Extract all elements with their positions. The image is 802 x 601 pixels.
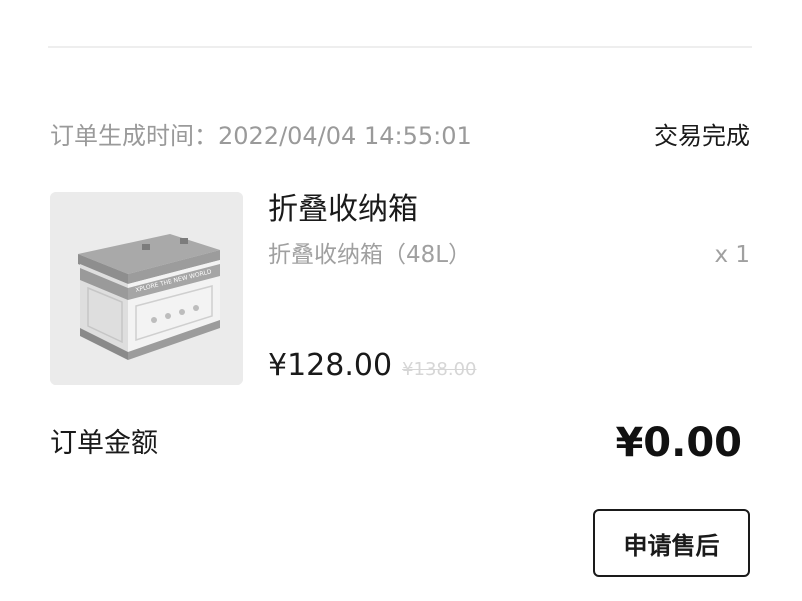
order-total-amount: ¥0.00 xyxy=(615,420,742,466)
order-time: 订单生成时间：2022/04/04 14:55:01 xyxy=(50,118,472,154)
order-status: 交易完成 xyxy=(654,122,750,150)
storage-box-image: XPLORE THE NEW WORLD xyxy=(50,192,243,385)
product-image[interactable]: XPLORE THE NEW WORLD xyxy=(50,192,243,385)
product-spec: 折叠收纳箱（48L） xyxy=(268,242,472,268)
product-original-price: ¥138.00 xyxy=(402,359,477,380)
price-row: ¥128.00 ¥138.00 xyxy=(268,346,477,386)
product-price: ¥128.00 xyxy=(268,348,393,383)
product-title[interactable]: 折叠收纳箱 xyxy=(268,190,418,230)
order-time-value: 2022/04/04 14:55:01 xyxy=(218,122,472,150)
after-sale-button[interactable]: 申请售后 xyxy=(593,509,750,577)
order-time-label: 订单生成时间： xyxy=(50,122,218,150)
product-quantity: x 1 xyxy=(714,242,750,268)
top-divider xyxy=(48,46,752,48)
order-total-label: 订单金额 xyxy=(50,428,158,459)
